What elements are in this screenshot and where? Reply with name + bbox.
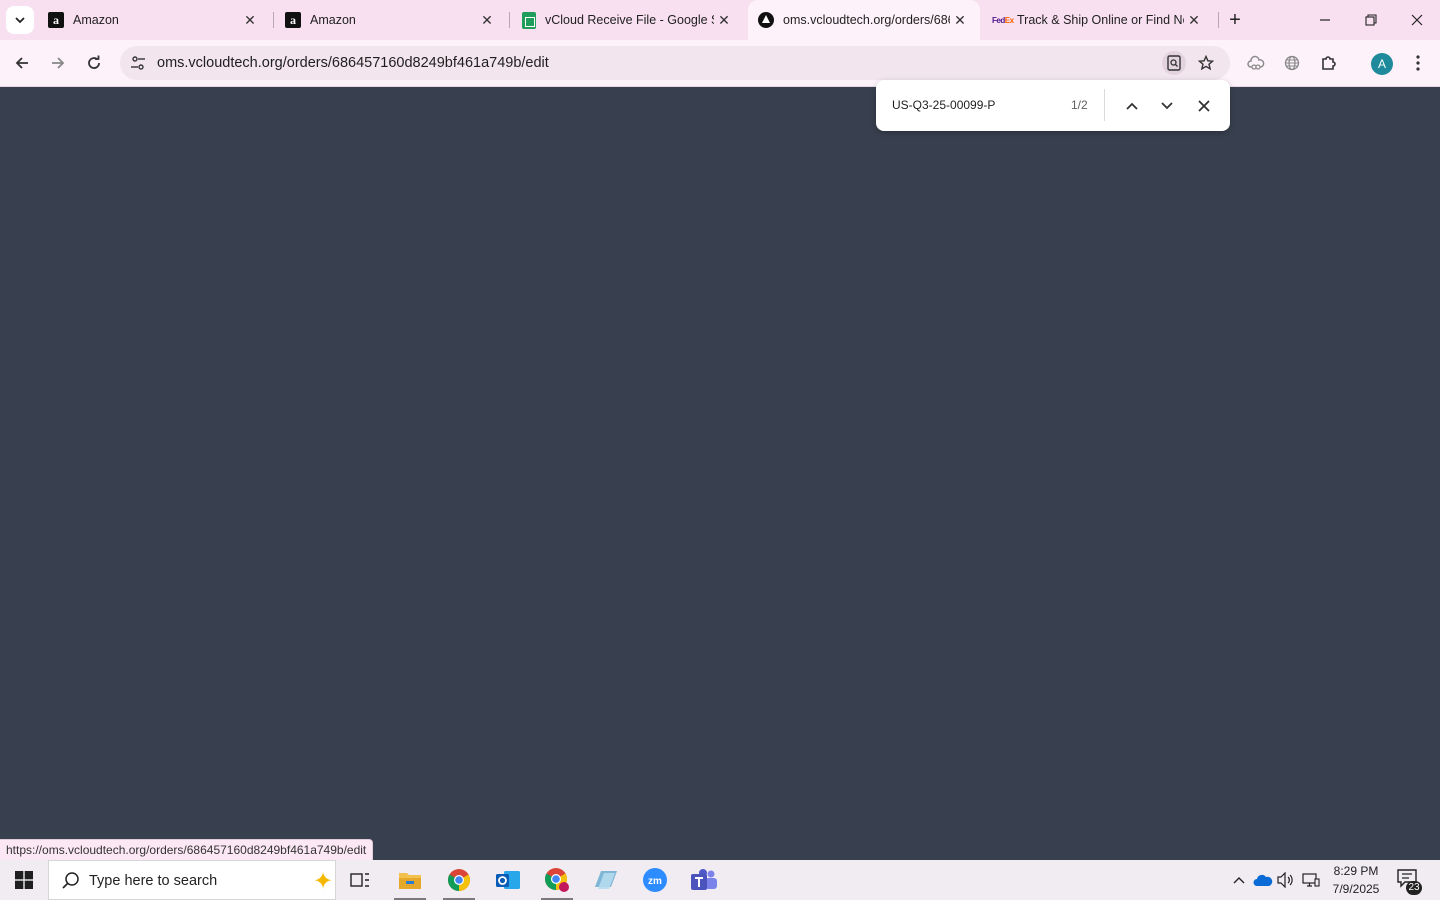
page-content: [0, 87, 1440, 839]
chrome-icon: [448, 869, 470, 891]
amazon-icon: a: [48, 12, 64, 28]
tab-separator: [509, 12, 510, 28]
svg-text:zm: zm: [648, 876, 662, 887]
clock-time: 8:29 PM: [1333, 864, 1379, 878]
restore-button[interactable]: [1348, 0, 1394, 40]
network-tray-icon[interactable]: [1299, 860, 1323, 900]
tab-title: oms.vcloudtech.org/orders/686: [783, 13, 950, 27]
volume-tray-icon[interactable]: [1275, 860, 1297, 900]
extension-globe-button[interactable]: [1277, 48, 1307, 78]
taskbar-chrome-profile[interactable]: [533, 860, 581, 900]
close-tab-icon[interactable]: ✕: [477, 10, 497, 30]
windows-logo-icon: [15, 871, 33, 889]
start-button[interactable]: [0, 860, 48, 900]
taskbar-search-box[interactable]: Type here to search ✦: [48, 860, 336, 900]
status-url-bubble: https://oms.vcloudtech.org/orders/686457…: [0, 839, 374, 860]
taskbar-teams[interactable]: [680, 860, 728, 900]
onedrive-cloud-icon: [1253, 874, 1273, 886]
chevron-down-icon: [15, 17, 25, 24]
clock-date: 7/9/2025: [1332, 882, 1380, 896]
arrow-right-icon: [52, 57, 65, 69]
search-icon: [62, 872, 79, 889]
taskbar-file-explorer[interactable]: [386, 860, 434, 900]
onedrive-tray-icon[interactable]: [1251, 860, 1275, 900]
tab-oms-order[interactable]: oms.vcloudtech.org/orders/686 ✕: [748, 0, 980, 40]
taskbar-outlook[interactable]: [484, 860, 532, 900]
notification-count-badge: 23: [1406, 881, 1422, 895]
outlook-icon: [496, 871, 520, 889]
extensions-button[interactable]: [1314, 48, 1344, 78]
new-tab-button[interactable]: +: [1224, 9, 1246, 31]
zoom-icon: zm: [643, 868, 667, 892]
network-icon: [1302, 873, 1320, 887]
address-bar[interactable]: oms.vcloudtech.org/orders/686457160d8249…: [120, 46, 1230, 80]
close-window-button[interactable]: [1394, 0, 1440, 40]
find-in-page-icon[interactable]: [1162, 51, 1186, 75]
tab-separator: [273, 12, 274, 28]
minimize-button[interactable]: [1302, 0, 1348, 40]
tab-title: Amazon: [310, 13, 356, 27]
close-tab-icon[interactable]: ✕: [1184, 10, 1204, 30]
menu-button[interactable]: [1403, 48, 1433, 78]
restore-icon: [1365, 14, 1377, 26]
minimize-icon: [1320, 19, 1330, 21]
search-placeholder: Type here to search: [89, 873, 218, 889]
bookmark-star-icon[interactable]: [1194, 51, 1218, 75]
close-tab-icon[interactable]: ✕: [240, 10, 260, 30]
globe-icon: [1284, 55, 1300, 71]
tab-title: vCloud Receive File - Google Sh: [545, 13, 714, 27]
reload-button[interactable]: [79, 48, 109, 78]
puzzle-icon: [1322, 56, 1336, 70]
windows-taskbar: Type here to search ✦ zm 8:29 PM 7/9/202…: [0, 860, 1440, 900]
close-tab-icon[interactable]: ✕: [950, 10, 970, 30]
oms-icon: [758, 12, 774, 28]
profile-avatar[interactable]: A: [1371, 53, 1393, 75]
close-tab-icon[interactable]: ✕: [714, 10, 734, 30]
task-view-button[interactable]: [336, 860, 384, 900]
tab-title: Track & Ship Online or Find Ne: [1017, 13, 1184, 27]
extension-cloud-button[interactable]: [1241, 48, 1271, 78]
tab-strip: a Amazon ✕ a Amazon ✕ vCloud Receive Fil…: [0, 0, 1440, 40]
folder-icon: [399, 873, 421, 889]
tab-title: Amazon: [73, 13, 119, 27]
fedex-icon: FedEx: [992, 15, 1014, 25]
site-info-icon[interactable]: [128, 53, 148, 73]
kebab-menu-icon: [1416, 55, 1420, 71]
taskbar-app-notes[interactable]: [582, 860, 630, 900]
reload-icon: [88, 55, 100, 69]
tab-fedex[interactable]: FedEx Track & Ship Online or Find Ne ✕: [982, 0, 1214, 40]
back-button[interactable]: [7, 48, 37, 78]
tab-amazon-2[interactable]: a Amazon ✕: [275, 0, 507, 40]
close-icon: [1411, 14, 1423, 26]
taskbar-zoom[interactable]: zm: [631, 860, 679, 900]
chevron-up-icon: [1233, 877, 1245, 884]
amazon-icon: a: [285, 12, 301, 28]
tab-separator: [1218, 12, 1219, 28]
tab-vcloud-sheet[interactable]: vCloud Receive File - Google Sh ✕: [512, 0, 744, 40]
chrome-profile-icon: [545, 868, 569, 892]
taskbar-clock[interactable]: 8:29 PM 7/9/2025: [1326, 862, 1386, 898]
arrow-left-icon: [15, 57, 28, 69]
speaker-icon: [1277, 872, 1293, 888]
taskbar-chrome[interactable]: [435, 860, 483, 900]
cloud-extension-icon: [1247, 55, 1265, 70]
show-hidden-icons-button[interactable]: [1228, 860, 1250, 900]
task-view-icon: [350, 873, 369, 887]
teams-icon: [691, 869, 717, 890]
search-highlight-icon: ✦: [313, 868, 334, 895]
tab-search-button[interactable]: [6, 6, 34, 34]
google-sheets-icon: [522, 11, 536, 29]
forward-button[interactable]: [43, 48, 73, 78]
url-text[interactable]: oms.vcloudtech.org/orders/686457160d8249…: [157, 55, 549, 71]
notes-app-icon: [595, 871, 617, 889]
tab-amazon-1[interactable]: a Amazon ✕: [38, 0, 270, 40]
